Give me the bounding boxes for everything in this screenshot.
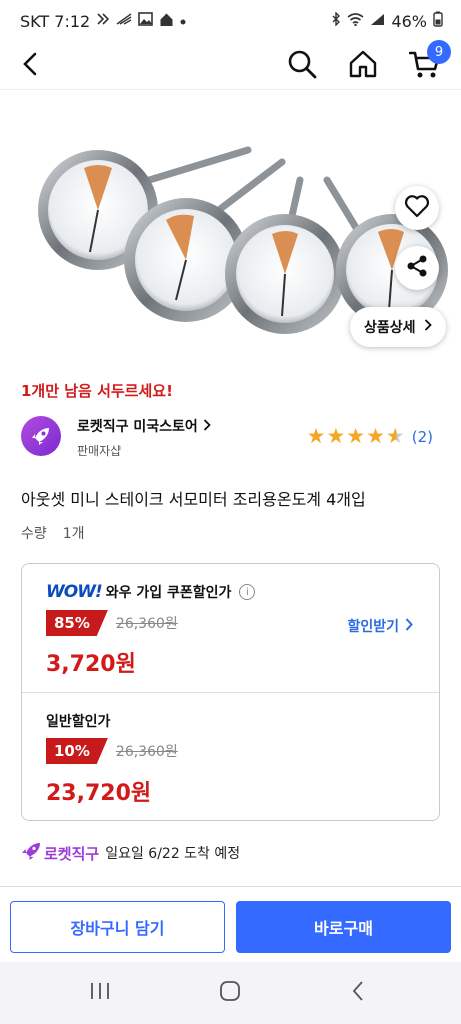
discount-badge: 85% [46, 610, 108, 636]
quantity-label: 수량 [21, 526, 47, 542]
wifi-icon [347, 12, 364, 30]
original-price: 26,360원 [115, 744, 178, 760]
wow-price-label: 와우 가입 쿠폰할인가 [105, 585, 232, 601]
rating-count: (2) [411, 427, 433, 446]
bluetooth-icon [331, 11, 341, 30]
chevron-right-icon [203, 419, 211, 435]
product-detail-button[interactable]: 상품상세 [350, 307, 446, 347]
regular-discount-row: 10% 26,360원 [46, 738, 178, 764]
wow-discount-row: 85% 26,360원 [46, 610, 178, 636]
bottom-action-bar: 장바구니 담기 바로구매 [0, 886, 461, 962]
recent-apps-icon [89, 981, 111, 1005]
system-back-icon [351, 980, 365, 1006]
star-icon: ★ [306, 424, 326, 448]
get-coupon-link[interactable]: 할인받기 [347, 616, 413, 636]
battery-level: 46% [391, 11, 427, 31]
star-icon: ★ [346, 424, 366, 448]
rocket-direct-label: 로켓직구 [44, 844, 100, 863]
rocket-icon [20, 841, 42, 865]
status-bar: SKT 7:12 46% [0, 0, 461, 42]
cell-signal-icon [370, 13, 385, 30]
half-star-icon: ★ [385, 424, 405, 448]
original-price: 26,360원 [115, 616, 178, 632]
rating[interactable]: ★ ★ ★ ★ ★ (2) [307, 426, 433, 447]
wow-price-section: WOW! 와우 가입 쿠폰할인가 i 85% 26,360원 할인받기 3,72… [22, 564, 439, 693]
wishlist-button[interactable] [395, 186, 439, 230]
home-button[interactable] [343, 46, 383, 86]
signal-strength-icon [116, 13, 132, 29]
chevron-right-icon [424, 319, 432, 335]
buy-now-button[interactable]: 바로구매 [236, 901, 451, 953]
regular-final-price: 23,720원 [46, 781, 152, 806]
discount-badge: 10% [46, 738, 108, 764]
regular-price-section: 일반할인가 10% 26,360원 23,720원 [22, 693, 439, 822]
recent-apps-button[interactable] [80, 978, 120, 1008]
home-icon [348, 49, 378, 83]
share-icon [405, 254, 429, 282]
chevron-right-icon [405, 617, 413, 635]
carrier-time: SKT 7:12 [20, 11, 91, 31]
status-left: SKT 7:12 [20, 12, 186, 31]
system-nav-bar [0, 962, 461, 1024]
cart-button[interactable]: 9 [405, 40, 451, 86]
dot-icon [180, 14, 186, 29]
search-icon [287, 49, 317, 83]
product-detail-label: 상품상세 [364, 320, 416, 336]
quantity-row: 수량 1개 [21, 523, 85, 543]
wow-final-price: 3,720원 [46, 652, 136, 677]
seller-name: 로켓직구 미국스토어 [77, 419, 198, 435]
back-arrow-icon [20, 52, 40, 80]
add-to-cart-button[interactable]: 장바구니 담기 [10, 901, 225, 953]
cart-count-badge: 9 [427, 40, 451, 64]
delivery-info: 로켓직구 일요일 6/22 도착 예정 [20, 841, 240, 865]
quantity-value: 1개 [62, 526, 85, 542]
battery-icon [433, 11, 443, 31]
heart-icon [404, 194, 430, 222]
back-button[interactable] [10, 46, 50, 86]
search-button[interactable] [282, 46, 322, 86]
home-notification-icon [159, 12, 174, 31]
price-box: WOW! 와우 가입 쿠폰할인가 i 85% 26,360원 할인받기 3,72… [21, 563, 440, 821]
status-right: 46% [331, 11, 443, 31]
rounded-square-icon [219, 980, 241, 1006]
star-icon: ★ [366, 424, 385, 448]
rocket-direct-badge: 로켓직구 [20, 841, 99, 865]
delivery-date: 일요일 6/22 도착 예정 [105, 846, 241, 862]
stock-warning: 1개만 남음 서두르세요! [21, 382, 173, 400]
system-back-button[interactable] [338, 978, 378, 1008]
star-icon: ★ [326, 424, 346, 448]
gallery-icon [138, 12, 154, 30]
rocket-logo-icon[interactable] [21, 416, 61, 456]
info-icon[interactable]: i [239, 584, 256, 600]
notification-icon [96, 12, 110, 30]
wow-logo: WOW! [46, 582, 103, 602]
seller-subtitle: 판매자샵 [77, 444, 122, 458]
seller-row: 로켓직구 미국스토어 판매자샵 ★ ★ ★ ★ ★ (2) [21, 414, 441, 460]
seller-name-link[interactable]: 로켓직구 미국스토어 [77, 416, 211, 436]
top-nav-bar: 9 [0, 40, 461, 90]
system-home-button[interactable] [210, 978, 250, 1008]
regular-price-label: 일반할인가 [46, 714, 111, 730]
share-button[interactable] [395, 246, 439, 290]
get-coupon-label: 할인받기 [347, 619, 399, 635]
wow-header: WOW! 와우 가입 쿠폰할인가 i [46, 582, 256, 602]
product-title: 아웃셋 미니 스테이크 서모미터 조리용온도계 4개입 [21, 490, 366, 509]
